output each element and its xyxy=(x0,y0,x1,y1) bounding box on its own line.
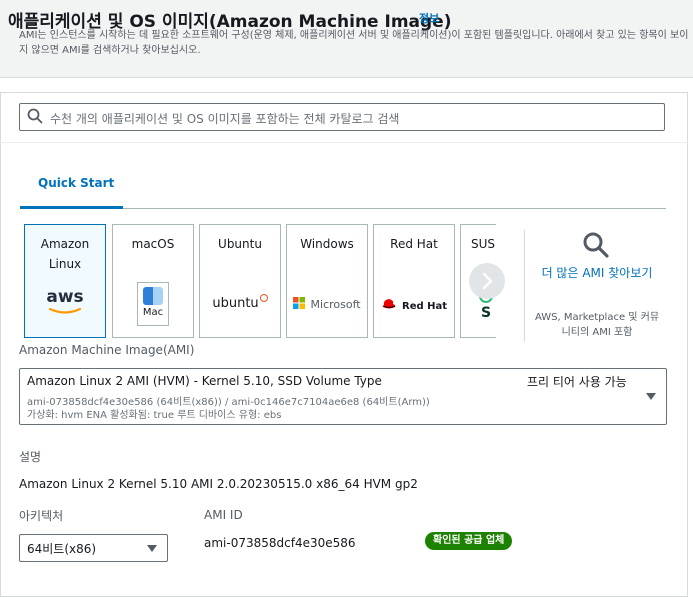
tab-divider xyxy=(123,208,666,209)
os-tile-label: Red Hat xyxy=(390,237,438,251)
section-description: AMI는 인스턴스를 시작하는 데 필요한 소프트웨어 구성(운영 체제, 애플… xyxy=(19,30,689,56)
ami-id-label: AMI ID xyxy=(204,508,243,522)
redhat-logo-icon: Red Hat xyxy=(374,294,454,313)
os-tile-label: macOS xyxy=(131,237,175,251)
free-tier-label: 프리 티어 사용 가능 xyxy=(527,375,627,389)
ami-select-name: Amazon Linux 2 AMI (HVM) - Kernel 5.10, … xyxy=(27,374,382,388)
os-tile-label: Windows xyxy=(300,237,354,251)
caret-down-icon xyxy=(147,545,157,552)
browse-more-amis-link[interactable]: 더 많은 AMI 찾아보기 xyxy=(533,264,661,283)
mac-finder-icon: Mac xyxy=(137,282,169,326)
os-tile-label: Amazon Linux xyxy=(40,237,90,271)
suse-logo-text: S xyxy=(481,305,492,321)
tab-active-indicator xyxy=(20,206,123,209)
tab-quick-start[interactable]: Quick Start xyxy=(38,176,114,190)
os-tile-windows[interactable]: Windows Microsoft xyxy=(286,224,368,338)
microsoft-logo-icon: Microsoft xyxy=(287,293,367,312)
os-tile-macos[interactable]: macOS Mac xyxy=(112,224,194,338)
browse-more-description: AWS, Marketplace 및 커뮤니티의 AMI 포함 xyxy=(534,312,660,338)
carousel-next-button[interactable] xyxy=(469,263,505,299)
header-divider xyxy=(0,77,693,78)
ami-id-value: ami-073858dcf4e30e586 xyxy=(204,536,356,550)
ubuntu-logo-icon: ubuntu xyxy=(200,292,280,311)
caret-down-icon xyxy=(646,393,656,400)
search-placeholder: 수천 개의 애플리케이션 및 OS 이미지를 포함하는 전체 카탈로그 검색 xyxy=(50,112,400,126)
os-tile-label: Ubuntu xyxy=(218,237,262,251)
search-separator xyxy=(0,142,688,143)
os-tile-red-hat[interactable]: Red Hat Red Hat xyxy=(373,224,455,338)
os-tile-label: SUSI xyxy=(471,237,496,251)
verified-provider-badge: 확인된 공급 업체 xyxy=(425,532,513,550)
architecture-label: 아키텍처 xyxy=(19,509,64,523)
os-tile-amazon-linux[interactable]: Amazon Linux aws xyxy=(24,224,106,338)
os-tile-carousel: Amazon Linux aws macOS Mac Ubuntu ubuntu… xyxy=(24,224,496,340)
architecture-value: 64비트(x86) xyxy=(27,542,97,556)
info-link[interactable]: 정보 xyxy=(419,10,439,26)
browse-divider xyxy=(524,230,525,342)
os-tile-ubuntu[interactable]: Ubuntu ubuntu xyxy=(199,224,281,338)
search-icon xyxy=(583,232,609,258)
ami-field-label: Amazon Machine Image(AMI) xyxy=(19,343,195,357)
aws-logo-icon: aws xyxy=(25,287,105,315)
description-label: 설명 xyxy=(19,450,42,464)
description-value: Amazon Linux 2 Kernel 5.10 AMI 2.0.20230… xyxy=(19,477,418,491)
search-icon xyxy=(27,108,43,124)
ami-select-attributes: 가상화: hvm ENA 활성화됨: true 루트 디바이스 유형: ebs xyxy=(27,410,282,421)
chevron-right-icon xyxy=(482,272,493,290)
